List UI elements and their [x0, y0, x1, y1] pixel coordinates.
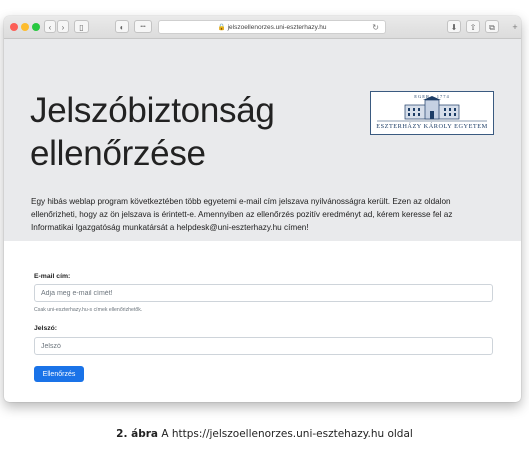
page-description: Egy hibás weblap program következtében t… — [31, 197, 453, 232]
figure-caption: 2. ábra A https://jelszoellenorzes.uni-e… — [0, 428, 529, 440]
share-icon: ⇧ — [469, 23, 477, 32]
lock-icon: 🔒 — [217, 24, 226, 31]
downloads-button[interactable]: ⬇ — [447, 20, 461, 33]
shield-icon: ◐ — [119, 23, 125, 32]
zoom-window-button[interactable] — [32, 23, 40, 31]
password-label: Jelszó: — [34, 325, 58, 332]
share-button[interactable]: ⇧ — [466, 20, 480, 33]
page-header: Jelszóbiztonság ellenőrzése EGER · 1774 — [4, 39, 521, 241]
password-field[interactable] — [34, 337, 493, 355]
reload-icon[interactable]: ↻ — [372, 21, 379, 34]
download-icon: ⬇ — [450, 23, 458, 32]
browser-window: ‹ › ▯ ◐ ••• 🔒 jelszoellenorzes.uni-eszter… — [4, 16, 521, 402]
privacy-button[interactable]: ◐ — [115, 20, 129, 33]
figure-caption-text: A https://jelszoellenorzes.uni-esztehazy… — [161, 428, 413, 440]
plus-icon: + — [512, 22, 518, 32]
university-logo: EGER · 1774 ESZTERHÁZY KÁROLY EGYETEM — [370, 91, 494, 135]
new-tab-button[interactable]: + — [510, 21, 520, 33]
sidebar-button[interactable]: ▯ — [74, 20, 89, 33]
email-help-text: Csak uni-eszterhazy.hu-s címek ellenőriz… — [34, 307, 143, 313]
logo-year: EGER · 1774 — [414, 94, 450, 99]
sidebar-icon: ▯ — [79, 23, 84, 32]
logo-text: ESZTERHÁZY KÁROLY EGYETEM — [376, 123, 488, 130]
browser-toolbar: ‹ › ▯ ◐ ••• 🔒 jelszoellenorzes.uni-eszter… — [4, 16, 521, 39]
page-title-line2: ellenőrzése — [30, 134, 206, 173]
back-button[interactable]: ‹ — [44, 20, 56, 33]
email-label: E-mail cím: — [34, 273, 71, 280]
back-icon: ‹ — [48, 23, 52, 32]
email-field[interactable] — [34, 284, 493, 302]
page-title-line1: Jelszóbiztonság — [30, 91, 275, 130]
minimize-window-button[interactable] — [21, 23, 29, 31]
tabs-button[interactable]: ⧉ — [485, 20, 499, 33]
check-button[interactable]: Ellenőrzés — [34, 366, 84, 382]
close-window-button[interactable] — [10, 23, 18, 31]
address-bar[interactable]: 🔒 jelszoellenorzes.uni-eszterhazy.hu ↻ — [158, 20, 386, 34]
address-url: jelszoellenorzes.uni-eszterhazy.hu — [227, 24, 327, 31]
forward-button[interactable]: › — [57, 20, 69, 33]
forward-icon: › — [61, 23, 65, 32]
page-title: Jelszóbiztonság ellenőrzése — [30, 89, 350, 175]
tabs-icon: ⧉ — [489, 23, 495, 32]
extensions-button[interactable]: ••• — [134, 20, 152, 33]
more-icon: ••• — [140, 24, 146, 30]
figure-label: 2. ábra — [116, 428, 158, 440]
